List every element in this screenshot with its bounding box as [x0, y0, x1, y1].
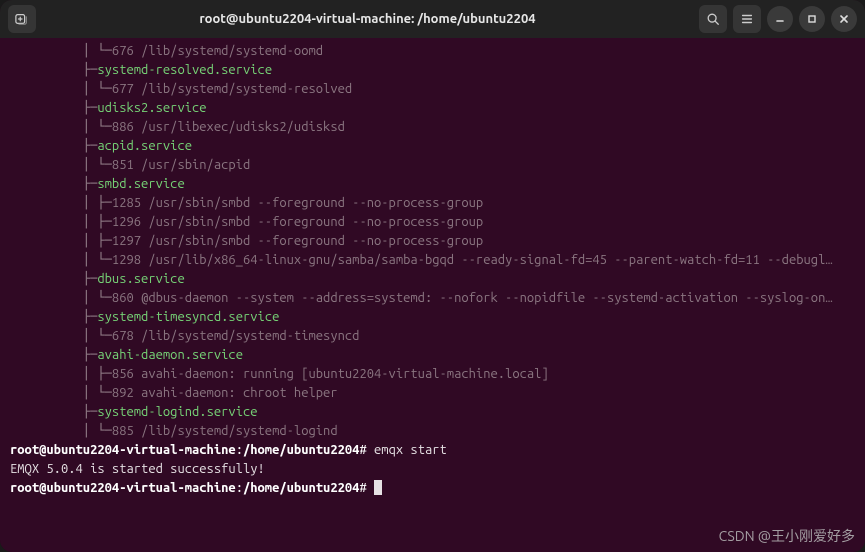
tree-line: 677 /lib/systemd/systemd-resolved [112, 82, 352, 96]
tree-prefix: ├─ [10, 348, 97, 362]
window-title: root@ubuntu2204-virtual-machine: /home/u… [42, 12, 693, 26]
tree-line: 1285 /usr/sbin/smbd --foreground --no-pr… [112, 196, 483, 210]
tree-prefix: ├─ [10, 177, 97, 191]
cursor [374, 480, 382, 495]
minimize-button[interactable] [767, 6, 793, 32]
tree-prefix: ├─ [10, 139, 97, 153]
minimize-icon [774, 13, 786, 25]
menu-button[interactable] [733, 5, 761, 33]
tree-line: udisks2.service [97, 101, 206, 115]
command-text: emqx start [374, 443, 447, 457]
tree-prefix: │ └─ [10, 291, 112, 305]
tree-prefix: │ └─ [10, 158, 112, 172]
titlebar: root@ubuntu2204-virtual-machine: /home/u… [0, 0, 865, 38]
prompt-sep: : [236, 481, 243, 495]
tree-prefix: ├─ [10, 272, 97, 286]
tree-line: 676 /lib/systemd/systemd-oomd [112, 44, 323, 58]
tree-prefix: │ ├─ [10, 234, 112, 248]
tree-line: 678 /lib/systemd/systemd-timesyncd [112, 329, 360, 343]
tree-prefix: │ └─ [10, 44, 112, 58]
maximize-button[interactable] [799, 6, 825, 32]
output-message: EMQX 5.0.4 is started successfully! [10, 462, 265, 476]
tree-line: 851 /usr/sbin/acpid [112, 158, 250, 172]
search-button[interactable] [699, 5, 727, 33]
close-button[interactable] [831, 6, 857, 32]
tree-prefix: │ ├─ [10, 367, 112, 381]
tree-line: systemd-logind.service [97, 405, 257, 419]
tree-prefix: │ ├─ [10, 196, 112, 210]
tree-prefix: ├─ [10, 405, 97, 419]
tree-line: 885 /lib/systemd/systemd-logind [112, 424, 338, 438]
new-tab-button[interactable] [8, 5, 36, 33]
prompt-path: /home/ubuntu2204 [243, 443, 359, 457]
close-icon [838, 13, 850, 25]
tree-line: 1296 /usr/sbin/smbd --foreground --no-pr… [112, 215, 483, 229]
prompt-user-host: root@ubuntu2204-virtual-machine [10, 443, 236, 457]
maximize-icon [806, 13, 818, 25]
hamburger-icon [740, 12, 754, 26]
prompt-user-host: root@ubuntu2204-virtual-machine [10, 481, 236, 495]
tree-line: systemd-resolved.service [97, 63, 272, 77]
tree-line: 1297 /usr/sbin/smbd --foreground --no-pr… [112, 234, 483, 248]
tree-line: 860 @dbus-daemon --system --address=syst… [112, 291, 833, 305]
tree-prefix: │ └─ [10, 120, 112, 134]
tree-prefix: ├─ [10, 63, 97, 77]
tree-prefix: ├─ [10, 101, 97, 115]
tree-prefix: │ └─ [10, 424, 112, 438]
search-icon [706, 12, 720, 26]
tree-line: avahi-daemon.service [97, 348, 243, 362]
prompt-path: /home/ubuntu2204 [243, 481, 359, 495]
tree-line: acpid.service [97, 139, 192, 153]
tree-line: 892 avahi-daemon: chroot helper [112, 386, 338, 400]
tree-prefix: │ └─ [10, 253, 112, 267]
tree-prefix: │ └─ [10, 329, 112, 343]
tree-line: systemd-timesyncd.service [97, 310, 279, 324]
terminal-window: root@ubuntu2204-virtual-machine: /home/u… [0, 0, 865, 552]
plus-box-icon [15, 12, 29, 26]
tree-line: 1298 /usr/lib/x86_64-linux-gnu/samba/sam… [112, 253, 833, 267]
prompt-sym: # [359, 443, 374, 457]
tree-prefix: │ └─ [10, 386, 112, 400]
tree-line: 886 /usr/libexec/udisks2/udisksd [112, 120, 345, 134]
terminal-body[interactable]: │ └─676 /lib/systemd/systemd-oomd ├─syst… [0, 38, 865, 552]
tree-line: smbd.service [97, 177, 184, 191]
prompt-sym: # [359, 481, 374, 495]
tree-line: dbus.service [97, 272, 184, 286]
tree-prefix: │ └─ [10, 82, 112, 96]
prompt-sep: : [236, 443, 243, 457]
tree-prefix: ├─ [10, 310, 97, 324]
tree-line: 856 avahi-daemon: running [ubuntu2204-vi… [112, 367, 549, 381]
tree-prefix: │ ├─ [10, 215, 112, 229]
